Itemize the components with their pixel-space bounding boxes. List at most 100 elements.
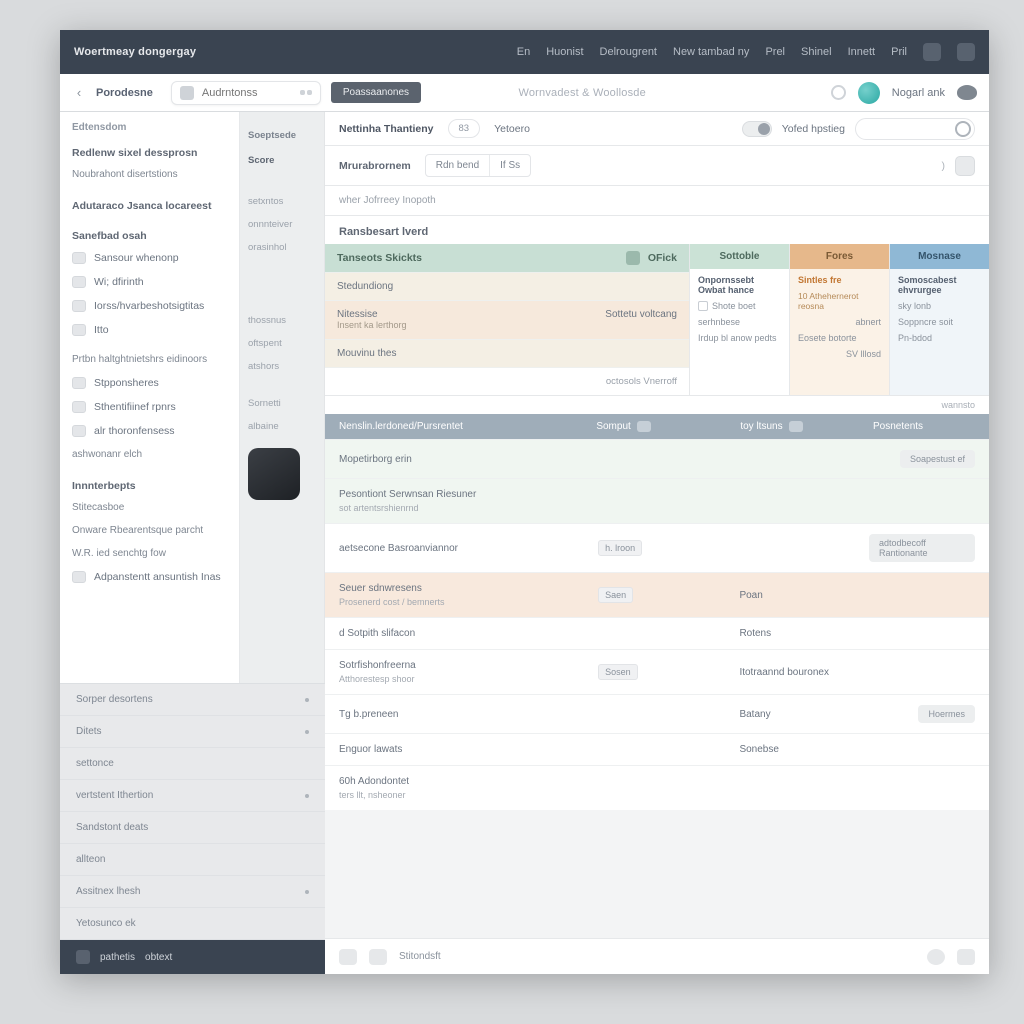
sidebar-item[interactable]: Sansour whenonp (60, 246, 239, 270)
sidebar-item[interactable]: Wi; dfirinth (60, 270, 239, 294)
main-title: Nettinha Thantieny (339, 123, 434, 135)
table-row[interactable]: d Sotpith slifaconRotens (325, 617, 989, 649)
midcol-item[interactable]: oftspent (240, 332, 324, 355)
nav-item[interactable]: En (517, 46, 530, 58)
nav-item[interactable]: Pril (891, 46, 907, 58)
midcol-item[interactable]: orasinhol (240, 236, 324, 259)
nav-item[interactable]: Delrougrent (600, 46, 657, 58)
sep-icon: ) (942, 160, 946, 172)
doc-icon (72, 252, 86, 264)
doc-icon (72, 571, 86, 583)
doc-icon (72, 377, 86, 389)
export-icon[interactable] (339, 949, 357, 965)
midcol-item[interactable]: setxntos (240, 190, 324, 213)
more-icon[interactable] (300, 90, 312, 95)
list-item[interactable]: allteon (60, 844, 325, 876)
tab[interactable]: Rdn bend (426, 155, 490, 176)
bell-icon[interactable] (831, 85, 846, 100)
list-item[interactable]: vertstent Ithertion (60, 780, 325, 812)
card-green[interactable]: Sottoble Onpornssebt Owbat hance Shote b… (689, 244, 789, 395)
list-item[interactable]: Assitnex lhesh (60, 876, 325, 908)
midcol-item[interactable]: atshors (240, 355, 324, 378)
midcol-item[interactable]: thossnus (240, 309, 324, 332)
table-row[interactable]: 60h Adondontetters llt, nsheoner (325, 765, 989, 810)
toggle[interactable] (742, 121, 772, 137)
table-row[interactable]: Tg b.preneenBatanyHoermes (325, 694, 989, 733)
tab[interactable]: If Ss (490, 155, 530, 176)
list-item[interactable]: Ditets (60, 716, 325, 748)
main-sublabel: Yetoero (494, 123, 530, 135)
sidebar-item[interactable]: Onware Rbearentsque parcht (60, 519, 239, 542)
list-item[interactable]: Sandstont deats (60, 812, 325, 844)
search-input[interactable] (202, 87, 292, 99)
table-row[interactable]: aetsecone Basroanviannorh. lroonadtodbec… (325, 523, 989, 572)
breadcrumb: Porodesne (96, 87, 153, 99)
cloud-icon[interactable] (957, 85, 977, 100)
nav-item[interactable]: Shinel (801, 46, 832, 58)
help-icon[interactable] (927, 949, 945, 965)
grid-icon[interactable] (955, 156, 975, 176)
avatar[interactable] (858, 82, 880, 104)
table-row[interactable]: Mopetirborg erinSoapestust ef (325, 439, 989, 478)
table-row[interactable]: Enguor lawatsSonebse (325, 733, 989, 765)
card-orange[interactable]: Fores Sintles fre 10 Athehernerot reosna… (789, 244, 889, 395)
th-cell[interactable]: Somput (596, 421, 732, 432)
foot-icon[interactable] (76, 950, 90, 964)
sidebar-item[interactable]: Iorss/hvarbeshotsigtitas (60, 294, 239, 318)
sidebar-item[interactable]: Itto (60, 318, 239, 342)
th-cell[interactable]: Posnetents (873, 421, 975, 432)
table-row[interactable]: Pesontiont Serwnsan Riesunersot artentsr… (325, 478, 989, 523)
left-lower-panel: Sorper desortens Ditets settonce vertste… (60, 683, 325, 974)
print-icon[interactable] (369, 949, 387, 965)
th-cell[interactable]: toy ltsuns (740, 421, 865, 432)
th-cell[interactable]: Nenslin.lerdoned/Pursrentet (339, 421, 588, 432)
sidebar-head: Edtensdom (60, 112, 239, 139)
search-box[interactable] (855, 118, 975, 140)
subbar: ‹ Porodesne Poassaanones Wornvadest & Wo… (60, 74, 989, 112)
list-item[interactable]: settonce (60, 748, 325, 780)
list-item[interactable]: Sorper desortens (60, 684, 325, 716)
product-thumb (248, 448, 300, 500)
midcol-head: Soeptsede (240, 112, 324, 149)
search-thumb-icon (180, 86, 194, 100)
table-row[interactable]: SotrfishonfreernaAtthorestesp shoorSosen… (325, 649, 989, 694)
primary-button[interactable]: Poassaanones (331, 82, 421, 103)
midcol-item[interactable]: Score (240, 149, 324, 172)
sidebar-item[interactable]: alr thoronfensess (60, 419, 239, 443)
list-item[interactable]: Yetosunco ek (60, 908, 325, 940)
box-icon (698, 301, 708, 311)
search-pill[interactable] (171, 81, 321, 105)
midcol-item[interactable]: onnnteiver (240, 213, 324, 236)
filter-label: Mrurabrornem (339, 160, 411, 172)
nav-item[interactable]: Innett (848, 46, 876, 58)
section-title: Ransbesart lverd (325, 216, 989, 244)
card-main: Tanseots Skickts OFick Stedundiong Nites… (325, 244, 689, 395)
midcol: Soeptsede Score setxntos onnnteiver oras… (240, 112, 325, 683)
sidebar-item[interactable]: Sthentifiinef rpnrs (60, 395, 239, 419)
cards-row: Tanseots Skickts OFick Stedundiong Nites… (325, 244, 989, 396)
left-upper: Edtensdom Redlenw sixel dessprosn Noubra… (60, 112, 325, 683)
grid-icon[interactable] (626, 251, 640, 265)
sidebar-item[interactable]: Noubrahont disertstions (60, 163, 239, 186)
midcol-item[interactable]: albaine (240, 415, 324, 438)
card-head: Mosnase (890, 244, 989, 269)
sort-icon[interactable] (637, 421, 651, 432)
nav-item[interactable]: Huonist (546, 46, 583, 58)
left-footer: pathetis obtext (60, 940, 325, 974)
nav-item[interactable]: New tambad ny (673, 46, 749, 58)
grid-icon[interactable] (957, 43, 975, 61)
card-blue[interactable]: Mosnase Somoscabest ehvrurgee sky lonb S… (889, 244, 989, 395)
midcol-item[interactable]: Sornetti (240, 392, 324, 415)
table-row[interactable]: Seuer sdnwresensProsenerd cost / bemnert… (325, 572, 989, 617)
main: Nettinha Thantieny 83 Yetoero Yofed hpst… (325, 112, 989, 974)
sidebar-item[interactable]: ashwonanr elch (60, 443, 239, 466)
apps-icon[interactable] (923, 43, 941, 61)
sort-icon[interactable] (789, 421, 803, 432)
sidebar-item[interactable]: W.R. ied senchtg fow (60, 542, 239, 565)
sidebar-item[interactable]: Stpponsheres (60, 371, 239, 395)
back-button[interactable]: ‹ (72, 86, 86, 100)
table-header: Nenslin.lerdoned/Pursrentet Somput toy l… (325, 414, 989, 439)
nav-item[interactable]: Prel (765, 46, 785, 58)
sidebar-item[interactable]: Adpanstentt ansuntish Inas (60, 565, 239, 589)
settings-icon[interactable] (957, 949, 975, 965)
